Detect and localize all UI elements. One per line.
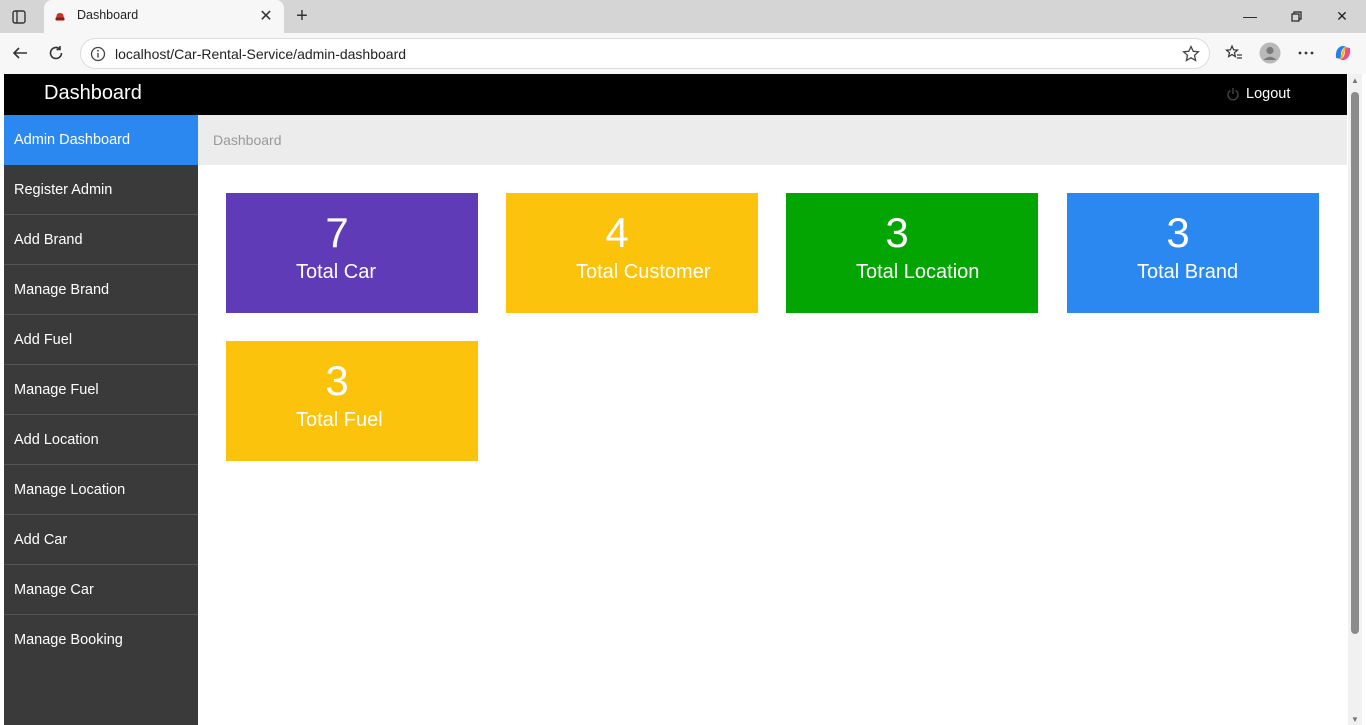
logout-link[interactable]: Logout bbox=[1226, 86, 1290, 102]
tab-title: Dashboard bbox=[77, 8, 139, 22]
breadcrumb-current: Dashboard bbox=[213, 132, 282, 148]
more-options-icon[interactable] bbox=[1294, 41, 1318, 65]
card-count: 3 bbox=[325, 357, 349, 404]
sidebar-item-admin-dashboard[interactable]: Admin Dashboard bbox=[4, 115, 198, 165]
url-text: localhost/Car-Rental-Service/admin-dashb… bbox=[115, 46, 407, 62]
browser-toolbar: localhost/Car-Rental-Service/admin-dashb… bbox=[0, 33, 1366, 74]
card-label: Total Location bbox=[856, 261, 980, 283]
page-viewport: Dashboard Logout Admin Dashboard Registe… bbox=[4, 74, 1347, 725]
back-icon[interactable] bbox=[8, 41, 32, 65]
stat-card-total-car[interactable]: 7 Total Car bbox=[226, 193, 478, 313]
copilot-icon[interactable] bbox=[1331, 41, 1355, 65]
stat-card-total-customer[interactable]: 4 Total Customer bbox=[506, 193, 758, 313]
browser-tab-bar: Dashboard ✕ + — ✕ bbox=[0, 0, 1366, 33]
card-label: Total Customer bbox=[576, 261, 711, 283]
close-window-icon[interactable]: ✕ bbox=[1322, 4, 1362, 28]
sidebar-item-manage-location[interactable]: Manage Location bbox=[4, 465, 198, 515]
stat-card-total-brand[interactable]: 3 Total Brand bbox=[1067, 193, 1319, 313]
power-icon bbox=[1226, 87, 1240, 101]
sidebar-item-manage-car[interactable]: Manage Car bbox=[4, 565, 198, 615]
refresh-icon[interactable] bbox=[44, 41, 68, 65]
scroll-up-icon[interactable]: ▲ bbox=[1351, 76, 1359, 85]
breadcrumb: Dashboard bbox=[198, 115, 1347, 165]
card-label: Total Brand bbox=[1137, 261, 1239, 283]
sidebar-item-add-location[interactable]: Add Location bbox=[4, 415, 198, 465]
sidebar-item-add-fuel[interactable]: Add Fuel bbox=[4, 315, 198, 365]
top-navbar: Dashboard Logout bbox=[4, 74, 1347, 115]
logout-label: Logout bbox=[1246, 86, 1291, 102]
navbar-brand[interactable]: Dashboard bbox=[44, 82, 142, 105]
favorite-star-icon[interactable] bbox=[1181, 44, 1201, 64]
stat-card-total-fuel[interactable]: 3 Total Fuel bbox=[226, 341, 478, 461]
sidebar-item-manage-booking[interactable]: Manage Booking bbox=[4, 615, 198, 665]
sidebar-item-add-car[interactable]: Add Car bbox=[4, 515, 198, 565]
sidebar-item-manage-brand[interactable]: Manage Brand bbox=[4, 265, 198, 315]
card-label: Total Fuel bbox=[296, 409, 383, 431]
address-bar[interactable]: localhost/Car-Rental-Service/admin-dashb… bbox=[80, 38, 1210, 69]
restore-icon[interactable] bbox=[1276, 4, 1316, 28]
stat-card-total-location[interactable]: 3 Total Location bbox=[786, 193, 1038, 313]
new-tab-icon[interactable]: + bbox=[291, 5, 313, 27]
sidebar-item-register-admin[interactable]: Register Admin bbox=[4, 165, 198, 215]
sidebar-item-manage-fuel[interactable]: Manage Fuel bbox=[4, 365, 198, 415]
car-favicon-icon bbox=[54, 10, 66, 22]
sidebar: Admin Dashboard Register Admin Add Brand… bbox=[4, 115, 198, 725]
site-info-icon[interactable] bbox=[90, 46, 106, 62]
browser-tab[interactable]: Dashboard ✕ bbox=[44, 0, 284, 33]
card-count: 4 bbox=[605, 209, 629, 256]
favorites-icon[interactable] bbox=[1222, 41, 1246, 65]
card-count: 7 bbox=[325, 209, 349, 256]
scroll-thumb[interactable] bbox=[1351, 92, 1359, 634]
card-label: Total Car bbox=[296, 261, 377, 283]
scroll-down-icon[interactable]: ▼ bbox=[1351, 715, 1359, 724]
minimize-icon[interactable]: — bbox=[1230, 4, 1270, 28]
tab-actions-icon[interactable] bbox=[8, 6, 30, 28]
sidebar-item-add-brand[interactable]: Add Brand bbox=[4, 215, 198, 265]
card-count: 3 bbox=[885, 209, 909, 256]
tab-close-icon[interactable]: ✕ bbox=[256, 6, 276, 26]
card-count: 3 bbox=[1166, 209, 1190, 256]
profile-avatar-icon[interactable] bbox=[1258, 41, 1282, 65]
page-scrollbar[interactable]: ▲ ▼ bbox=[1348, 74, 1362, 725]
